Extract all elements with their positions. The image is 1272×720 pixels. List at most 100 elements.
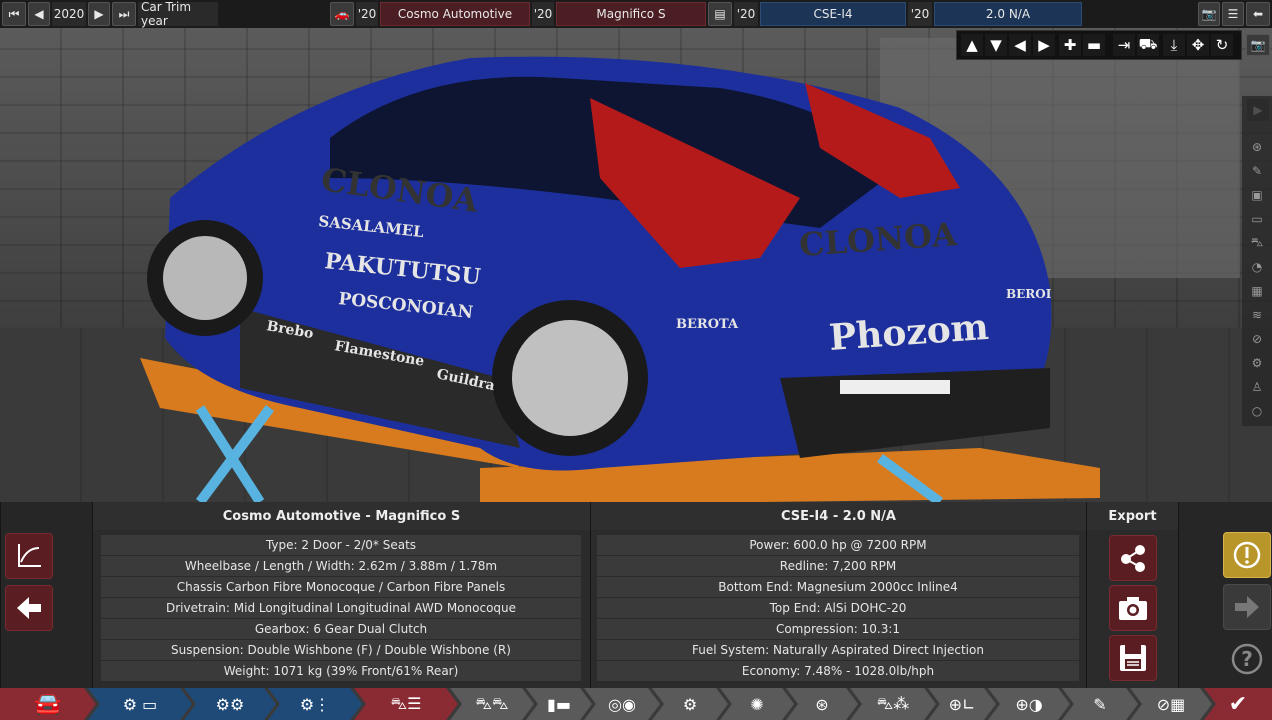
stats-graph-button[interactable] xyxy=(5,533,53,579)
paint-tool[interactable]: ✎ xyxy=(1248,162,1266,180)
company-year: '20 xyxy=(356,2,378,26)
suspension-tool[interactable]: ≋ xyxy=(1248,306,1266,324)
chassis-icon: ▮▬ xyxy=(547,694,571,714)
car-info-row: Weight: 1071 kg (39% Front/61% Rear) xyxy=(101,661,581,681)
stage-fixtures[interactable]: ◎◉ xyxy=(584,688,660,720)
stage-tuning[interactable]: ✎ xyxy=(1062,688,1138,720)
pistons-icon: ⚙⚙ xyxy=(215,694,245,714)
engine-info-header: CSE-I4 - 2.0 N/A xyxy=(591,502,1086,530)
first-year-button[interactable]: ⏮ xyxy=(2,2,26,26)
prev-year-button[interactable]: ◀ xyxy=(28,2,50,26)
stage-brakes[interactable]: ⊛ xyxy=(786,688,858,720)
engine-variant[interactable]: 2.0 N/A xyxy=(934,2,1082,26)
car-front-icon: ⛟ xyxy=(1138,35,1158,53)
engine-info-column: CSE-I4 - 2.0 N/A Power: 600.0 hp @ 7200 … xyxy=(590,502,1086,688)
engine-button[interactable]: ▤ xyxy=(708,2,732,26)
screenshot-button[interactable]: 📷 xyxy=(1198,2,1220,26)
interior-tool[interactable]: ◔ xyxy=(1248,258,1266,276)
camera-icon: 📷 xyxy=(1250,38,1266,52)
next-button[interactable] xyxy=(1223,584,1271,630)
engine-info-row: Top End: AlSi DOHC-20 xyxy=(597,598,1079,618)
wheel-icon: ✺ xyxy=(750,694,764,714)
rotate-left-button[interactable]: ◀ xyxy=(1009,34,1031,56)
year-field[interactable]: 2020 xyxy=(52,2,86,26)
lower-button[interactable]: ⤓ xyxy=(1163,34,1185,56)
engine-info-row: Redline: 7,200 RPM xyxy=(597,556,1079,576)
engine-info-row: Bottom End: Magnesium 2000cc Inline4 xyxy=(597,577,1079,597)
company-name[interactable]: Cosmo Automotive xyxy=(380,2,530,26)
warnings-button[interactable] xyxy=(1223,532,1271,578)
arrow-left-icon: ⬅ xyxy=(1252,7,1264,21)
back-button[interactable]: ⬅ xyxy=(1246,2,1270,26)
car-icon: 🚗 xyxy=(334,7,350,21)
save-button[interactable] xyxy=(1109,635,1157,681)
engine-folder-icon: ⚙ ▭ xyxy=(122,694,158,714)
next-year-button[interactable]: ▶ xyxy=(88,2,110,26)
trim-icon: ▭ xyxy=(1251,212,1263,226)
engine-family[interactable]: CSE-I4 xyxy=(760,2,906,26)
stage-testing[interactable]: ⊘▦ xyxy=(1130,688,1212,720)
stage-car-model[interactable]: 🚘 xyxy=(0,688,96,720)
stage-car-trim[interactable]: ⛍☰ xyxy=(354,688,458,720)
export-photo-button[interactable] xyxy=(1109,585,1157,631)
car-viewport[interactable]: CLONOA SASALAMEL PAKUTUTSU POSCONOIAN Br… xyxy=(0,28,1272,502)
gear-icon: ⚙ xyxy=(1251,356,1263,370)
stage-engine-variant[interactable]: ⚙⋮ xyxy=(268,688,362,720)
brakes-tool[interactable]: ⊘ xyxy=(1248,330,1266,348)
arrow-right-icon xyxy=(1235,596,1259,618)
fixture-tool[interactable]: ▣ xyxy=(1248,186,1266,204)
stage-engine-design[interactable]: ⚙⚙ xyxy=(184,688,276,720)
rotate-down-button[interactable]: ▼ xyxy=(985,34,1007,56)
wheel-tool[interactable]: ⊛ xyxy=(1248,138,1266,156)
export-header: Export xyxy=(1087,502,1178,530)
model-name[interactable]: Magnifico S xyxy=(556,2,706,26)
rotate-right-button[interactable]: ▶ xyxy=(1033,34,1055,56)
engine-info-row: Economy: 7.48% - 1028.0lb/hph xyxy=(597,661,1079,681)
stage-drivetrain[interactable]: ⚙ xyxy=(652,688,728,720)
steering-tool[interactable]: ○ xyxy=(1248,402,1266,420)
side-tool-strip: ⊛ ✎ ▣ ▭ ⛍ ◔ ▦ ≋ ⊘ ⚙ ♙ ○ xyxy=(1242,96,1272,426)
brake-disc-icon: ⊛ xyxy=(815,694,829,714)
trim-tool[interactable]: ▭ xyxy=(1248,210,1266,228)
photo-mode-button[interactable]: 📷 xyxy=(1246,34,1270,56)
stage-chassis[interactable]: ▮▬ xyxy=(526,688,592,720)
engine-info-row: Fuel System: Naturally Aspirated Direct … xyxy=(597,640,1079,660)
grille-tool[interactable]: ▦ xyxy=(1248,282,1266,300)
stage-body[interactable]: ⛍⛍ xyxy=(450,688,534,720)
stage-finish[interactable]: ✔ xyxy=(1204,688,1272,720)
zoom-in-button[interactable]: ✚ xyxy=(1059,34,1081,56)
decal-berota: BEROTA xyxy=(676,317,739,332)
menu-button[interactable]: ☰ xyxy=(1222,2,1244,26)
body-tool[interactable]: ⛍ xyxy=(1248,234,1266,252)
headlight-icon: ◎◉ xyxy=(608,694,636,714)
graph-icon xyxy=(18,544,41,567)
stage-wheels[interactable]: ✺ xyxy=(720,688,794,720)
stage-safety[interactable]: ⊕◑ xyxy=(988,688,1070,720)
car-info-row: Type: 2 Door - 2/0* Seats xyxy=(101,535,581,555)
pan-button[interactable]: ✥ xyxy=(1187,34,1209,56)
stage-interior[interactable]: ⊕∟ xyxy=(928,688,996,720)
seat-icon: ◔ xyxy=(1251,260,1263,274)
steering-icon: ⊕◑ xyxy=(1015,694,1043,714)
rotate-up-button[interactable]: ▲ xyxy=(961,34,983,56)
stage-engine-family[interactable]: ⚙ ▭ xyxy=(88,688,192,720)
double-left-icon: ⏮ xyxy=(8,6,20,21)
car-model-button[interactable]: 🚗 xyxy=(330,2,354,26)
top-bar: ⏮ ◀ 2020 ▶ ⏭ Car Trim year 🚗 '20 Cosmo A… xyxy=(0,0,1272,28)
reset-view-button[interactable]: ↻ xyxy=(1211,34,1233,56)
stage-aero[interactable]: ⛍⁂ xyxy=(850,688,936,720)
car-view-button[interactable]: ⛟ xyxy=(1137,34,1159,56)
decal-beroi: BEROI xyxy=(1006,287,1052,301)
back-arrow-button[interactable] xyxy=(5,585,53,631)
camera-icon: 📷 xyxy=(1201,7,1217,21)
fixture-icon: ▣ xyxy=(1251,188,1263,202)
fit-view-button[interactable]: ⇥ xyxy=(1113,34,1135,56)
help-button[interactable]: ? xyxy=(1223,636,1271,682)
steering-seat-icon: ⊕∟ xyxy=(948,694,976,714)
gear-tool[interactable]: ⚙ xyxy=(1248,354,1266,372)
driver-tool[interactable]: ♙ xyxy=(1248,378,1266,396)
share-button[interactable] xyxy=(1109,535,1157,581)
summary-panel: Cosmo Automotive - Magnifico S Type: 2 D… xyxy=(0,502,1272,688)
zoom-out-button[interactable]: ▬ xyxy=(1083,34,1105,56)
last-year-button[interactable]: ⏭ xyxy=(112,2,136,26)
